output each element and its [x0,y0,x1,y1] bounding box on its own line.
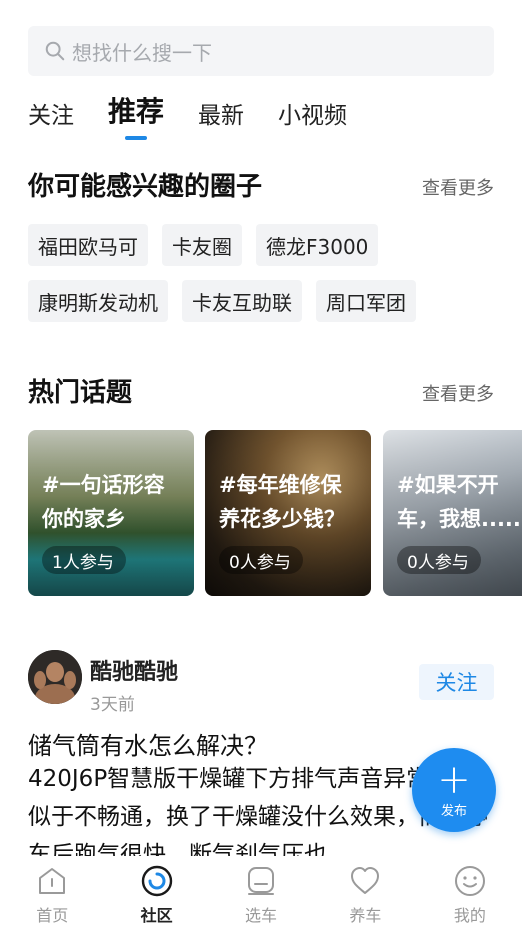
avatar[interactable] [28,650,82,704]
topic-card[interactable]: #一句话形容 你的家乡 1人参与 [28,430,194,596]
circle-chip-list: 福田欧马可 卡友圈 德龙F3000 康明斯发动机 卡友互助联 周口军团 [28,224,498,336]
tab-short-video[interactable]: 小视频 [278,96,347,142]
nav-label: 选车 [245,906,278,925]
topic-carousel[interactable]: #一句话形容 你的家乡 1人参与 #每年维修保 养花多少钱？ 0人参与 #如果不… [28,430,522,596]
post-author[interactable]: 酷驰酷驰 [90,654,178,686]
post-title[interactable]: 储气筒有水怎么解决？ [28,726,268,761]
tab-recommended[interactable]: 推荐 [108,90,164,142]
topic-title-line: 车，我想...... [397,507,522,531]
nav-item-select-car[interactable]: 选车 [209,856,313,926]
follow-button[interactable]: 关注 [419,664,494,700]
circle-chip[interactable]: 卡友圈 [162,224,242,266]
tab-following[interactable]: 关注 [28,96,74,142]
topic-title-line: 养花多少钱？ [219,507,345,531]
topics-more-link[interactable]: 查看更多 [422,380,494,406]
publish-label: 发布 [440,803,467,819]
topic-participants: 0人参与 [397,546,481,574]
circle-chip[interactable]: 周口军团 [316,280,416,322]
topic-title-line: #一句话形容 [42,473,165,497]
car-care-icon [351,867,380,894]
nav-item-home[interactable]: 首页 [0,856,104,926]
circle-chip[interactable]: 卡友互助联 [182,280,302,322]
circle-chip[interactable]: 福田欧马可 [28,224,148,266]
community-icon [141,865,172,897]
avatar-image [28,650,82,704]
nav-item-community[interactable]: 社区 [104,856,208,926]
circles-section-title: 你可能感兴趣的圈子 [28,172,263,202]
select-car-icon [248,867,275,895]
home-icon [39,868,66,894]
circles-more-link[interactable]: 查看更多 [422,174,494,200]
nav-label: 社区 [140,906,173,925]
topics-section-title: 热门话题 [28,378,133,408]
nav-item-profile[interactable]: 我的 [418,856,522,926]
nav-label: 养车 [349,906,382,925]
nav-item-car-care[interactable]: 养车 [313,856,417,926]
search-input[interactable]: 想找什么搜一下 [28,26,494,76]
topic-title-line: #如果不开 [397,473,499,497]
circle-chip[interactable]: 康明斯发动机 [28,280,168,322]
tab-latest[interactable]: 最新 [198,96,244,142]
feed-tabs: 关注 推荐 最新 小视频 [28,92,381,142]
nav-label: 首页 [36,906,69,925]
topic-participants: 0人参与 [219,546,303,574]
search-icon [45,41,65,61]
bottom-nav: 首页 社区 选车 养车 我的 [0,856,522,926]
circle-chip[interactable]: 德龙F3000 [256,224,379,266]
topic-card[interactable]: #每年维修保 养花多少钱？ 0人参与 [205,430,371,596]
publish-button[interactable]: + 发布 [412,748,496,832]
post-time: 3天前 [90,695,135,715]
topic-title-line: #每年维修保 [219,473,342,497]
topic-title-line: 你的家乡 [42,507,126,531]
profile-icon [454,866,485,896]
plus-icon: + [437,756,471,803]
topic-card[interactable]: #如果不开 车，我想...... 0人参与 [383,430,522,596]
search-placeholder: 想找什么搜一下 [72,40,212,65]
nav-label: 我的 [453,906,486,925]
topic-participants: 1人参与 [42,546,126,574]
